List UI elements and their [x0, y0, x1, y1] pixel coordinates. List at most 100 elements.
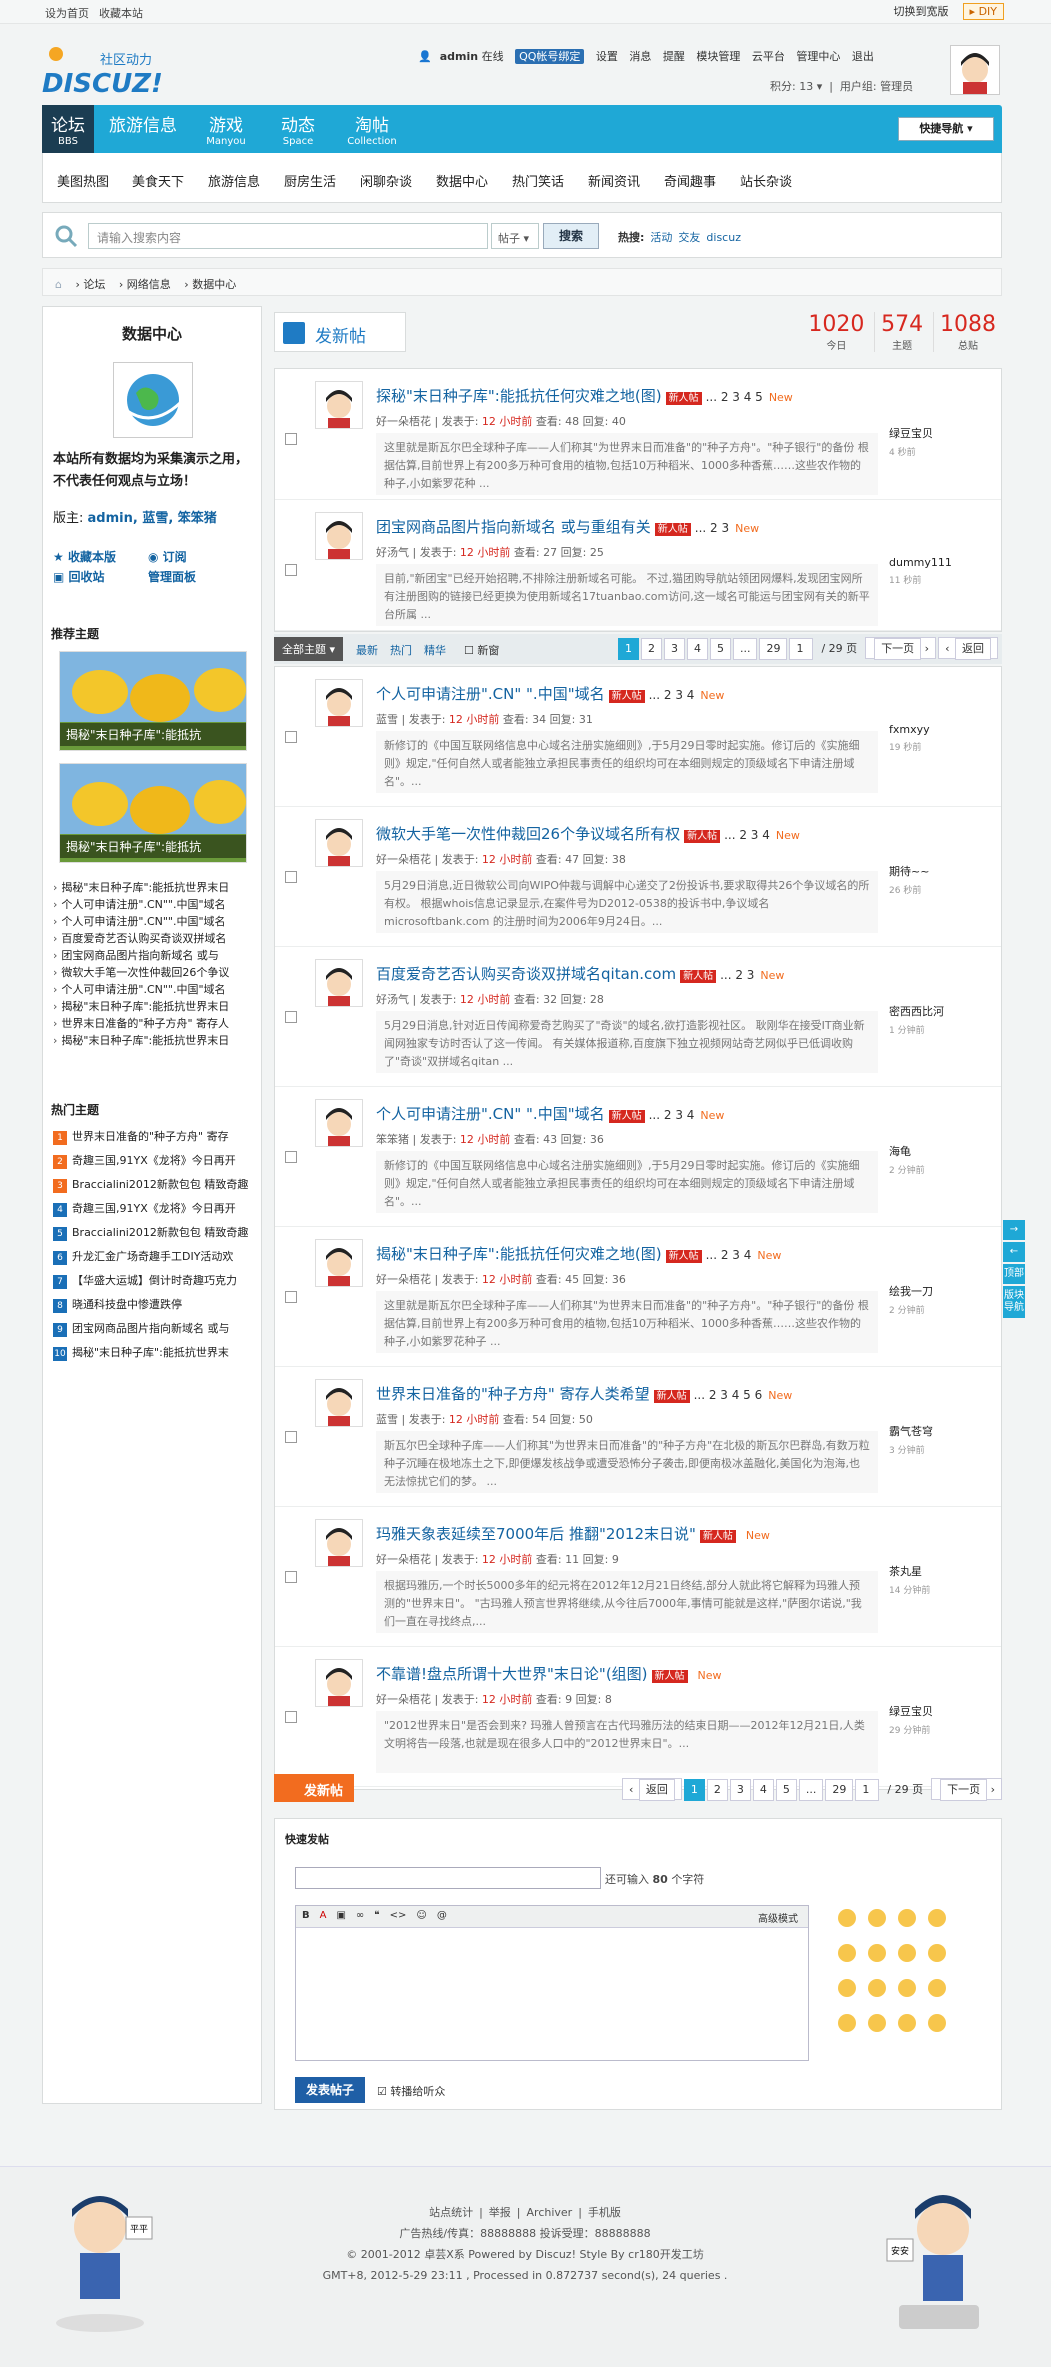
- thread-row[interactable]: 个人可申请注册".CN" ".中国"域名 新人帖 ... 2 3 4 New 笨笨猪 …: [275, 1087, 1001, 1227]
- thread-row[interactable]: 不靠谱!盘点所谓十大世界"末日论"(组图) 新人帖 New 好一朵梧花 | 发表于:…: [275, 1647, 1001, 1787]
- subnav-item[interactable]: 数据中心: [436, 171, 488, 190]
- thread-checkbox[interactable]: [285, 1291, 297, 1303]
- thread-author[interactable]: 好汤气: [376, 546, 409, 559]
- arrow-left-icon[interactable]: ←: [1003, 1242, 1025, 1262]
- last-reply[interactable]: 绿豆宝贝 4 秒前: [889, 425, 933, 458]
- page-jump-input[interactable]: 1: [789, 638, 814, 660]
- thread-author[interactable]: 好汤气: [376, 993, 409, 1006]
- thread-pages[interactable]: ... 2 3 4: [706, 1248, 752, 1262]
- list-item[interactable]: 6 升龙汇金广场奇趣手工DIY活动欢: [53, 1247, 253, 1271]
- author-avatar[interactable]: [315, 1099, 363, 1147]
- hot-word[interactable]: 交友: [678, 231, 700, 244]
- thread-checkbox[interactable]: [285, 1711, 297, 1723]
- username[interactable]: admin: [440, 50, 478, 63]
- breadcrumb-item[interactable]: 论坛: [83, 278, 105, 291]
- new-post-button-bottom[interactable]: 发新帖: [274, 1774, 354, 1802]
- thread-title[interactable]: 探秘"末日种子库":能抵抗任何灾难之地(图): [376, 387, 662, 405]
- smiley-icon[interactable]: [868, 1944, 886, 1962]
- thread-title[interactable]: 个人可申请注册".CN" ".中国"域名: [376, 1105, 605, 1123]
- thread-row[interactable]: 世界末日准备的"种子方舟" 寄存人类希望 新人帖... 2 3 4 5 6 New …: [275, 1367, 1001, 1507]
- subnav-item[interactable]: 美图热图: [57, 171, 109, 190]
- subscribe-link[interactable]: ◉ 订阅: [148, 547, 243, 567]
- thread-title[interactable]: 不靠谱!盘点所谓十大世界"末日论"(组图): [376, 1665, 648, 1683]
- thread-title[interactable]: 玛雅天象表延续至7000年后 推翻"2012末日说": [376, 1525, 696, 1543]
- author-avatar[interactable]: [315, 1239, 363, 1287]
- smiley-icon[interactable]: [928, 2014, 946, 2032]
- page-link[interactable]: 4: [686, 638, 708, 660]
- page-link[interactable]: ...: [798, 1779, 824, 1801]
- page-link[interactable]: 29: [759, 638, 788, 660]
- smiley-icon[interactable]: [838, 1979, 856, 1997]
- subnav-item[interactable]: 旅游信息: [208, 171, 260, 190]
- list-item[interactable]: 4 奇趣三国,91YX《龙将》今日再开: [53, 1199, 253, 1223]
- thread-pages[interactable]: ... 2 3 4 5: [706, 390, 763, 404]
- list-item[interactable]: 揭秘"末日种子库":能抵抗世界末日: [53, 998, 253, 1015]
- list-item[interactable]: 揭秘"末日种子库":能抵抗世界末日: [53, 1032, 253, 1049]
- favorite-forum-link[interactable]: ★ 收藏本版: [53, 547, 148, 567]
- user-link-notices[interactable]: 提醒: [663, 50, 685, 63]
- list-item[interactable]: 1 世界末日准备的"种子方舟" 寄存: [53, 1127, 253, 1151]
- list-item[interactable]: 团宝网商品图片指向新域名 或与: [53, 947, 253, 964]
- filter-latest[interactable]: 最新: [356, 642, 378, 658]
- smiley-icon[interactable]: [868, 1979, 886, 1997]
- page-link[interactable]: 1: [617, 638, 639, 660]
- thread-title[interactable]: 揭秘"末日种子库":能抵抗任何灾难之地(图): [376, 1245, 662, 1263]
- thread-row[interactable]: 揭秘"末日种子库":能抵抗任何灾难之地(图) 新人帖 ... 2 3 4 New 好一…: [275, 1227, 1001, 1367]
- user-link-modules[interactable]: 模块管理: [696, 50, 740, 63]
- last-reply[interactable]: 密西西比河 1 分钟前: [889, 1003, 944, 1036]
- list-item[interactable]: 个人可申请注册".CN"".中国"域名: [53, 896, 253, 913]
- submit-post-button[interactable]: 发表帖子: [295, 2077, 365, 2103]
- thread-checkbox[interactable]: [285, 871, 297, 883]
- thread-pages[interactable]: ... 2 3: [695, 521, 729, 535]
- back-to-top-button[interactable]: 顶部: [1003, 1264, 1025, 1284]
- subnav-item[interactable]: 站长杂谈: [740, 171, 792, 190]
- page-link[interactable]: 3: [729, 1779, 751, 1801]
- thread-pages[interactable]: ... 2 3: [720, 968, 754, 982]
- last-reply[interactable]: 茶丸星 14 分钟前: [889, 1563, 930, 1596]
- list-item[interactable]: 8 晓通科技盘中惨遭跌停: [53, 1295, 253, 1319]
- broadcast-checkbox[interactable]: ☑ 转播给听众: [377, 2083, 445, 2099]
- thread-pages[interactable]: ... 2 3 4: [724, 828, 770, 842]
- thread-pages[interactable]: ... 2 3 4 5 6: [694, 1388, 763, 1402]
- breadcrumb-item[interactable]: 网络信息: [127, 278, 171, 291]
- smiley-icon[interactable]: [928, 1979, 946, 1997]
- thread-author[interactable]: 蓝雪: [376, 1413, 398, 1426]
- thread-title[interactable]: 团宝网商品图片指向新域名 或与重组有关: [376, 518, 651, 536]
- thread-checkbox[interactable]: [285, 1011, 297, 1023]
- smiley-icon[interactable]: [898, 1944, 916, 1962]
- arrow-right-icon[interactable]: →: [1003, 1220, 1025, 1240]
- search-scope-select[interactable]: 帖子 ▾: [491, 223, 539, 249]
- recommended-image[interactable]: 揭秘"末日种子库":能抵抗: [59, 651, 247, 751]
- hot-word[interactable]: 活动: [650, 231, 672, 244]
- page-link[interactable]: 5: [775, 1779, 797, 1801]
- site-logo[interactable]: 社区动力 DISCUZ!: [42, 36, 182, 99]
- list-item[interactable]: 个人可申请注册".CN"".中国"域名: [53, 913, 253, 930]
- author-avatar[interactable]: [315, 959, 363, 1007]
- smiley-icon[interactable]: [898, 1979, 916, 1997]
- smiley-icon[interactable]: [898, 2014, 916, 2032]
- page-link[interactable]: 3: [663, 638, 685, 660]
- author-avatar[interactable]: [315, 819, 363, 867]
- new-window-checkbox[interactable]: ☐ 新窗: [464, 642, 499, 658]
- smiley-icon[interactable]: [898, 1909, 916, 1927]
- quick-nav-button[interactable]: 快捷导航 ▾: [898, 117, 994, 141]
- page-link[interactable]: 4: [752, 1779, 774, 1801]
- filter-hot[interactable]: 热门: [390, 642, 412, 658]
- recycle-bin-link[interactable]: ▣ 回收站: [53, 567, 148, 587]
- font-color-icon[interactable]: A: [320, 1910, 327, 1921]
- last-reply[interactable]: fxmxyy 19 秒前: [889, 723, 930, 753]
- list-item[interactable]: 7 【华盛大运城】倒计时奇趣巧克力: [53, 1271, 253, 1295]
- footer-link[interactable]: 手机版: [588, 2206, 621, 2219]
- page-link[interactable]: 1: [683, 1779, 705, 1801]
- smiley-icon[interactable]: ☺: [416, 1910, 426, 1921]
- subnav-item[interactable]: 热门笑话: [512, 171, 564, 190]
- nav-item-bbs[interactable]: 论坛 BBS: [42, 105, 94, 153]
- subnav-item[interactable]: 美食天下: [132, 171, 184, 190]
- thread-author[interactable]: 好一朵梧花: [376, 1553, 431, 1566]
- bold-icon[interactable]: B: [302, 1910, 310, 1921]
- user-link-cloud[interactable]: 云平台: [752, 50, 785, 63]
- switch-width-link[interactable]: 切换到宽版: [894, 5, 949, 18]
- admin-panel-link[interactable]: 管理面板: [148, 567, 243, 587]
- thread-title[interactable]: 百度爱奇艺否认购买奇谈双拼域名qitan.com: [376, 965, 676, 983]
- thread-author[interactable]: 好一朵梧花: [376, 1693, 431, 1706]
